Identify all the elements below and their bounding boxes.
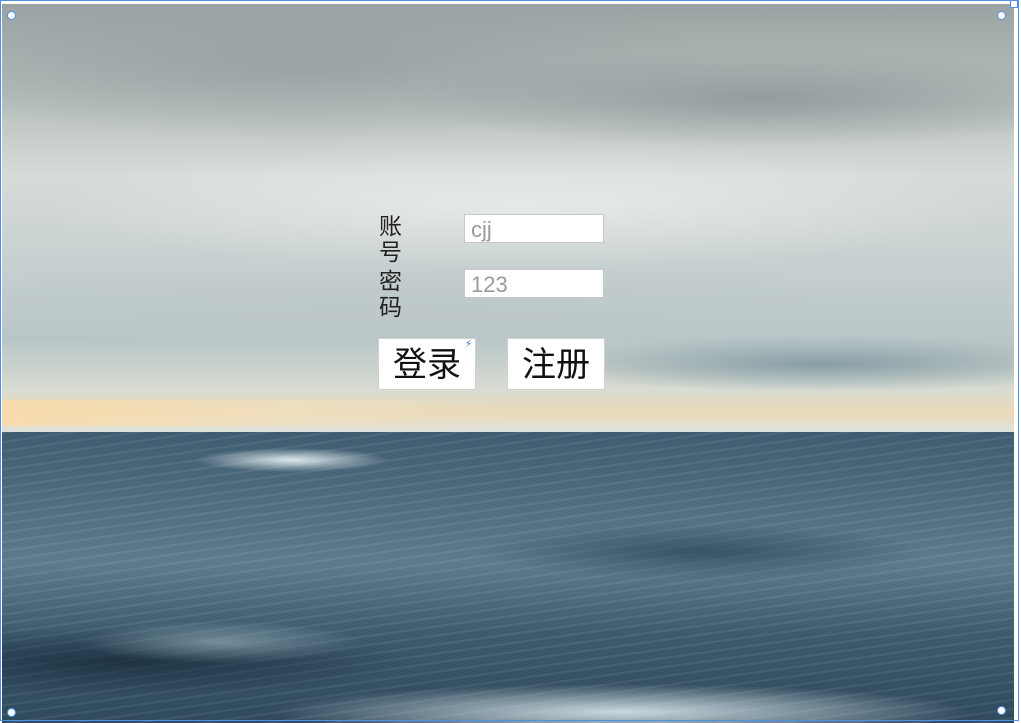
resize-handle-corner-top-right[interactable] <box>1010 0 1018 8</box>
login-button-label: 登录 <box>393 345 461 385</box>
password-input[interactable]: 123 <box>464 269 604 298</box>
register-button[interactable]: 注册 <box>507 338 605 390</box>
resize-handle-top-right[interactable] <box>997 11 1006 20</box>
account-label: 账号 <box>379 214 402 266</box>
lightning-bolt-icon: ⚡ <box>463 339 474 350</box>
resize-handle-bottom-right[interactable] <box>997 706 1006 715</box>
resize-handle-bottom-left[interactable] <box>7 708 16 717</box>
resize-handle-top-left[interactable] <box>7 11 16 20</box>
login-button[interactable]: 登录 <box>378 338 476 390</box>
account-input[interactable]: cjj <box>464 214 604 243</box>
register-button-label: 注册 <box>522 345 590 385</box>
password-label: 密码 <box>379 269 402 321</box>
